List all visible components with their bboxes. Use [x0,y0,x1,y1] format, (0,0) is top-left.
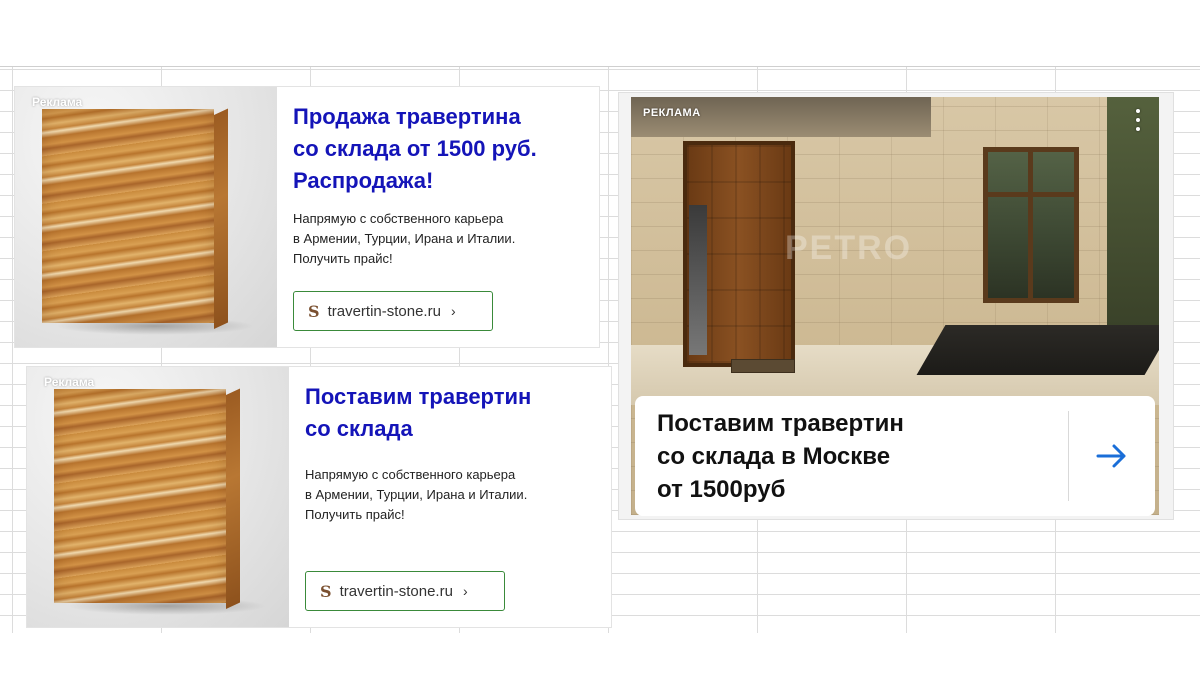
favicon-icon: S [320,581,332,601]
ad-title-line[interactable]: Поставим травертин [305,381,595,413]
ad-title-line[interactable]: Продажа травертина [293,101,583,133]
site-link-button[interactable]: S travertin-stone.ru › [305,571,505,611]
ad-description-line: Получить прайс! [293,251,393,266]
text-ad-1[interactable]: Реклама Продажа травертина со склада от … [14,86,600,348]
ad-description-line: Напрямую с собственного карьера [305,467,516,482]
dot [1136,118,1140,122]
ad-headline-line[interactable]: от 1500руб [657,473,1068,506]
ad-headline-line[interactable]: со склада в Москве [657,440,1068,473]
ad-label: Реклама [32,95,83,109]
ad-description: Напрямую с собственного карьера в Армени… [305,465,595,525]
dot [1136,109,1140,113]
ad-title[interactable]: Поставим травертин со склада [305,381,595,445]
travertine-slab-image [54,389,226,603]
ad-body: Продажа травертина со склада от 1500 руб… [277,87,599,347]
arrow-right-icon[interactable] [1069,396,1155,516]
arrow-right-icon-svg [1096,444,1126,468]
photo-door-mat [731,359,795,373]
chevron-right-icon: › [462,583,468,599]
ad-image[interactable]: Реклама [15,87,277,347]
ad-label: РЕКЛАМА [643,107,701,119]
image-ad[interactable]: PETRO РЕКЛАМА Поставим травертин со скла… [618,92,1174,520]
ad-title-line[interactable]: со склада от 1500 руб. [293,133,583,165]
ad-description: Напрямую с собственного карьера в Армени… [293,209,583,269]
site-link-text: travertin-stone.ru [327,302,441,320]
more-options-icon[interactable] [1129,107,1147,133]
ad-description-line: Напрямую с собственного карьера [293,211,504,226]
photo-window [983,147,1079,303]
dot [1136,127,1140,131]
ad-description-line: Получить прайс! [305,507,405,522]
watermark: PETRO [785,229,913,267]
ad-title-line[interactable]: Распродажа! [293,165,583,197]
ad-headline-card[interactable]: Поставим травертин со склада в Москве от… [635,396,1155,516]
site-link-button[interactable]: S travertin-stone.ru › [293,291,493,331]
travertine-slab-image [42,109,214,323]
text-ad-2[interactable]: Реклама Поставим травертин со склада Нап… [26,366,612,628]
ad-title[interactable]: Продажа травертина со склада от 1500 руб… [293,101,583,197]
chevron-right-icon: › [450,303,456,319]
ad-description-line: в Армении, Турции, Ирана и Италии. [293,231,516,246]
site-link-text: travertin-stone.ru [339,582,453,600]
photo-door-glass [689,205,707,355]
ad-label: Реклама [44,375,95,389]
ad-description-line: в Армении, Турции, Ирана и Италии. [305,487,528,502]
ad-image[interactable]: Реклама [27,367,289,627]
ad-headline[interactable]: Поставим травертин со склада в Москве от… [635,407,1068,506]
ad-title-line[interactable]: со склада [305,413,595,445]
ad-body: Поставим травертин со склада Напрямую с … [289,367,611,627]
photo-planter [916,325,1159,375]
favicon-icon: S [308,301,320,321]
ad-headline-line[interactable]: Поставим травертин [657,407,1068,440]
